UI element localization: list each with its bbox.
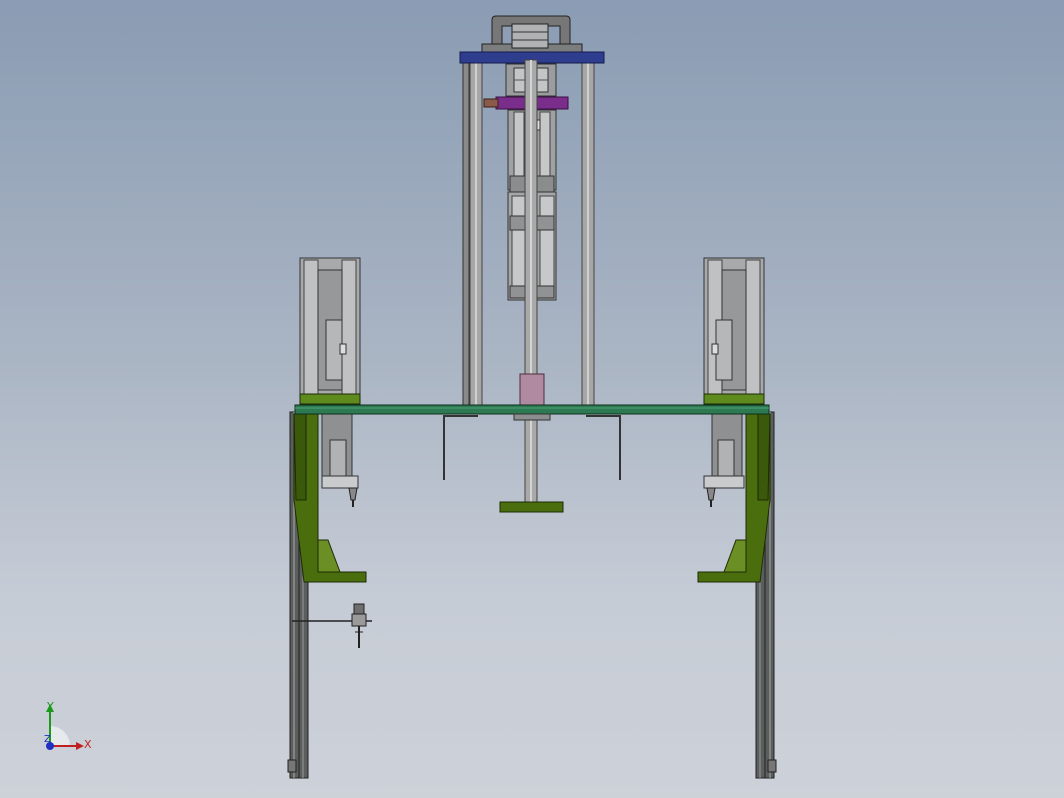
top-pulley-housing[interactable]: [481, 15, 583, 55]
central-shaft[interactable]: [524, 59, 538, 503]
cad-viewport[interactable]: X Y Z: [0, 0, 1064, 798]
main-base-plate[interactable]: [294, 404, 770, 415]
pressing-pad[interactable]: [499, 501, 564, 513]
coordinate-triad: [46, 704, 84, 750]
triad-y-label: Y: [47, 700, 54, 713]
triad-background-quadrant: [50, 726, 70, 746]
triad-x-label: X: [84, 738, 92, 751]
triad-x-arrow: [76, 742, 84, 750]
triad-z-label: Z: [44, 734, 51, 745]
shaft-bushing[interactable]: [519, 373, 545, 407]
machine-assembly-front-view[interactable]: [0, 0, 1064, 798]
